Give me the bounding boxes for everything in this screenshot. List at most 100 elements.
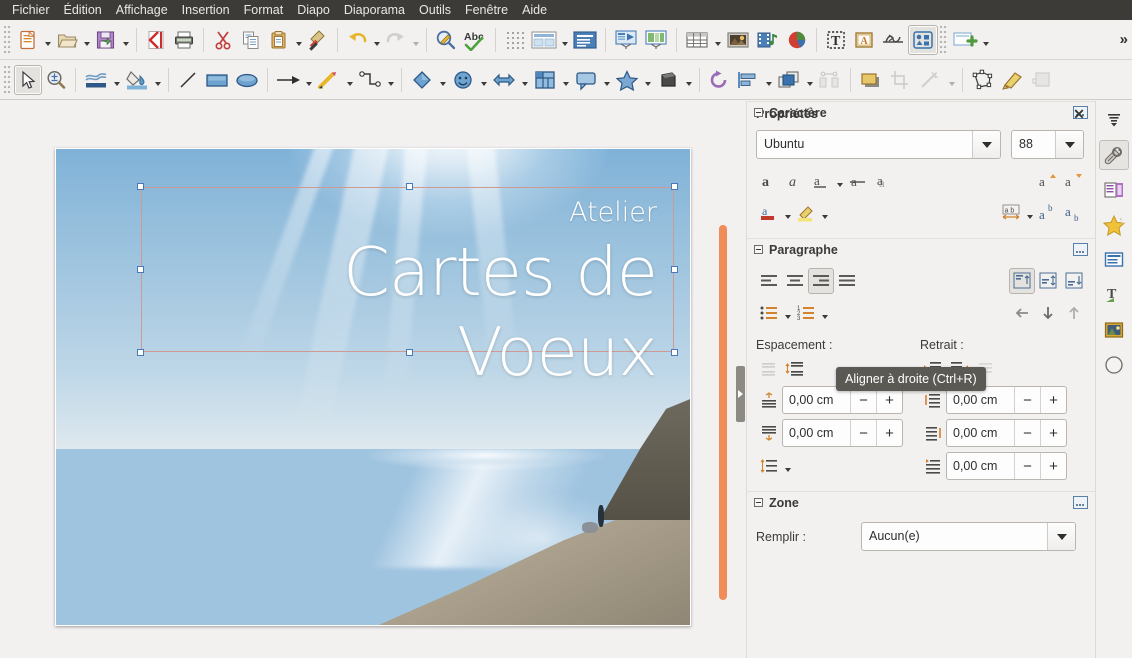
basic-shapes-dropdown-arrow[interactable] <box>437 65 448 95</box>
insert-chart-icon[interactable] <box>783 25 811 55</box>
menu-affichage[interactable]: Affichage <box>109 0 175 20</box>
insert-image-icon[interactable] <box>723 25 753 55</box>
insert-table-dropdown-arrow[interactable] <box>712 25 723 55</box>
start-from-first-slide-icon[interactable] <box>611 25 641 55</box>
character-spacing-icon[interactable]: a b <box>998 200 1024 226</box>
area-dialog-icon[interactable] <box>1073 496 1088 509</box>
indent-after-increment-button[interactable]: + <box>1040 420 1066 446</box>
font-name-dropdown-arrow-icon[interactable] <box>972 131 1000 158</box>
close-icon[interactable]: ✕ <box>1071 107 1087 121</box>
spelling-icon[interactable]: Abc <box>460 25 490 55</box>
points-icon[interactable] <box>968 65 998 95</box>
show-draw-functions-icon[interactable] <box>908 24 938 55</box>
highlighting-color-dropdown-arrow[interactable] <box>819 200 830 226</box>
scrollbar-thumb[interactable] <box>719 225 727 600</box>
curves-dropdown-arrow[interactable] <box>344 65 355 95</box>
indent-after-decrement-button[interactable]: − <box>1014 420 1040 446</box>
insert-text-box-icon[interactable]: T <box>822 25 850 55</box>
sidebar-tab-navigator-icon[interactable] <box>1099 350 1129 380</box>
slide-layout-icon[interactable] <box>570 25 600 55</box>
highlighting-color-icon[interactable] <box>793 200 819 226</box>
paste-dropdown-arrow[interactable] <box>293 25 304 55</box>
connectors-dropdown-arrow[interactable] <box>385 65 396 95</box>
slide-editing-area[interactable]: Atelier Cartes de Voeux <box>0 101 746 658</box>
textbox-line-subtitle[interactable]: Atelier <box>142 194 657 232</box>
line-ends-arrow-icon[interactable] <box>273 65 303 95</box>
indent-before-increment-button[interactable]: + <box>1040 387 1066 413</box>
italic-icon[interactable]: a <box>782 168 808 194</box>
strikethrough-icon[interactable]: a <box>845 168 871 194</box>
collapse-icon[interactable] <box>754 245 763 254</box>
first-line-indent-spinner[interactable]: 0,00 cm − + <box>946 452 1067 480</box>
line-color-icon[interactable] <box>81 65 111 95</box>
align-left-icon[interactable] <box>756 268 782 294</box>
print-icon[interactable] <box>170 25 198 55</box>
increase-font-size-icon[interactable]: a <box>1035 168 1061 194</box>
flowchart-dropdown-arrow[interactable] <box>560 65 571 95</box>
select-icon[interactable] <box>14 64 42 95</box>
connectors-icon[interactable] <box>355 65 385 95</box>
resize-handle-top-center[interactable] <box>406 183 413 190</box>
menu-outils[interactable]: Outils <box>412 0 458 20</box>
font-size-dropdown-arrow-icon[interactable] <box>1055 131 1083 158</box>
rectangle-icon[interactable] <box>202 65 232 95</box>
symbol-shapes-dropdown-arrow[interactable] <box>478 65 489 95</box>
menu-diapo[interactable]: Diapo <box>290 0 337 20</box>
indent-after-value[interactable]: 0,00 cm <box>947 420 1014 446</box>
undo-dropdown-arrow[interactable] <box>371 25 382 55</box>
paragraph-dialog-icon[interactable] <box>1073 243 1088 256</box>
line-color-dropdown-arrow[interactable] <box>111 65 122 95</box>
ellipse-icon[interactable] <box>232 65 262 95</box>
slide-canvas[interactable]: Atelier Cartes de Voeux <box>55 148 691 626</box>
indent-before-decrement-button[interactable]: − <box>1014 387 1040 413</box>
copy-icon[interactable] <box>237 25 265 55</box>
underline-icon[interactable]: a <box>808 168 834 194</box>
fill-color-icon[interactable] <box>122 65 152 95</box>
open-document-dropdown-arrow[interactable] <box>81 25 92 55</box>
align-center-icon[interactable] <box>782 268 808 294</box>
menu-format[interactable]: Format <box>237 0 291 20</box>
start-from-current-slide-icon[interactable] <box>641 25 671 55</box>
display-grid-icon[interactable] <box>501 25 529 55</box>
indent-firstline-decrement-button[interactable]: − <box>1014 453 1040 479</box>
open-document-icon[interactable] <box>53 25 81 55</box>
clone-formatting-icon[interactable] <box>304 25 332 55</box>
fill-color-dropdown-arrow[interactable] <box>152 65 163 95</box>
unordered-list-icon[interactable] <box>756 300 782 326</box>
font-color-icon[interactable]: a <box>756 200 782 226</box>
sidebar-tab-gallery-icon[interactable] <box>1099 315 1129 345</box>
font-size-value[interactable]: 88 <box>1012 131 1055 158</box>
insert-fontwork-icon[interactable]: A <box>850 25 878 55</box>
new-slide-dropdown-arrow[interactable] <box>980 25 991 55</box>
callout-shapes-icon[interactable] <box>571 65 601 95</box>
indent-firstline-increment-button[interactable]: + <box>1040 453 1066 479</box>
master-slide-dropdown-arrow[interactable] <box>559 25 570 55</box>
center-vertically-icon[interactable] <box>1035 268 1061 294</box>
sidebar-tab-properties-icon[interactable] <box>1099 140 1129 170</box>
toolbar-overflow-button[interactable]: » <box>1120 31 1128 48</box>
superscript-icon[interactable]: ab <box>1035 200 1061 226</box>
resize-handle-bottom-center[interactable] <box>406 349 413 356</box>
save-document-dropdown-arrow[interactable] <box>120 25 131 55</box>
resize-handle-top-left[interactable] <box>137 183 144 190</box>
insert-table-icon[interactable] <box>682 25 712 55</box>
flowchart-shapes-icon[interactable] <box>530 65 560 95</box>
bold-icon[interactable]: a <box>756 168 782 194</box>
sidebar-collapse-handle[interactable] <box>736 366 745 422</box>
resize-handle-middle-left[interactable] <box>137 266 144 273</box>
line-spacing-dropdown-arrow[interactable] <box>782 453 793 479</box>
block-arrows-dropdown-arrow[interactable] <box>519 65 530 95</box>
save-document-icon[interactable] <box>92 25 120 55</box>
shadow-icon[interactable] <box>856 65 886 95</box>
indent-firstline-value[interactable]: 0,00 cm <box>947 453 1014 479</box>
menu-edition[interactable]: Édition <box>57 0 109 20</box>
symbol-shapes-icon[interactable] <box>448 65 478 95</box>
workspace-vertical-scrollbar[interactable] <box>718 101 732 658</box>
resize-handle-middle-right[interactable] <box>671 266 678 273</box>
resize-handle-top-right[interactable] <box>671 183 678 190</box>
insert-line-icon[interactable] <box>174 65 202 95</box>
glue-points-icon[interactable] <box>998 65 1028 95</box>
move-down-icon[interactable] <box>1035 300 1061 326</box>
stars-dropdown-arrow[interactable] <box>642 65 653 95</box>
ordered-list-dropdown-arrow[interactable] <box>819 300 830 326</box>
